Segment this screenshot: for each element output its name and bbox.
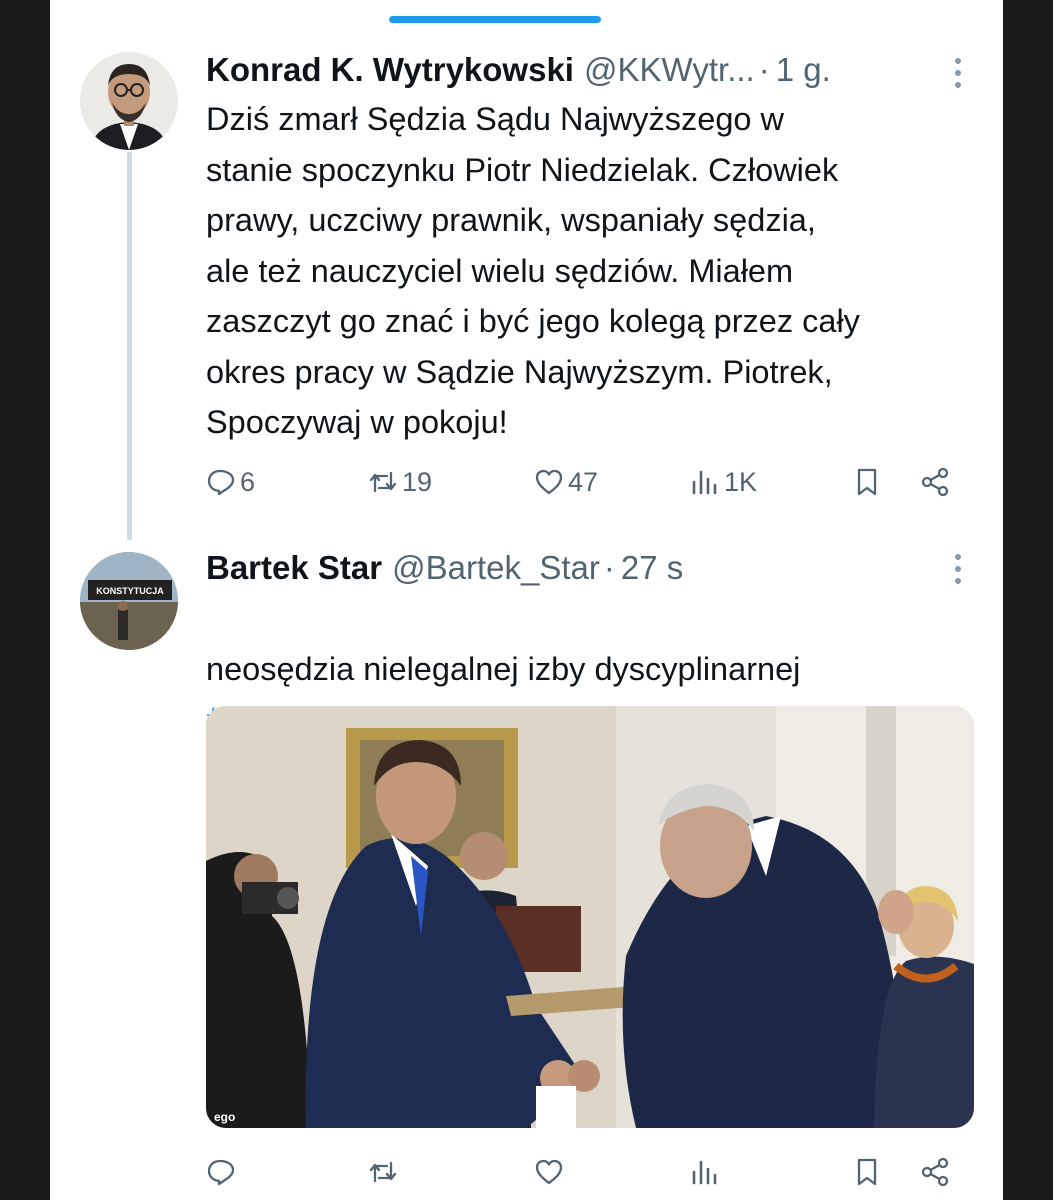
timeline-panel: Konrad K. Wytrykowski @KKWytr... · 1 g. …: [50, 0, 1003, 1200]
svg-text:KONSTYTUCJA: KONSTYTUCJA: [96, 586, 164, 596]
timestamp[interactable]: 1 g.: [776, 50, 831, 90]
tweet-actions: 6 19 47 1K: [206, 460, 966, 504]
like-button[interactable]: [534, 1150, 564, 1194]
views-icon: [692, 1160, 717, 1185]
tweet-header: Konrad K. Wytrykowski @KKWytr... · 1 g.: [206, 50, 831, 90]
like-icon: [535, 469, 563, 495]
author-handle[interactable]: @KKWytr...: [584, 50, 755, 90]
views-button[interactable]: 1K: [690, 460, 757, 504]
share-button[interactable]: [920, 1150, 950, 1194]
reply-icon: [207, 1159, 235, 1186]
tweet-actions: [206, 1150, 966, 1194]
tweet-text: Dziś zmarł Sędzia Sądu Najwyższego w sta…: [206, 101, 860, 440]
tweet-header: Bartek Star @Bartek_Star · 27 s: [206, 548, 683, 588]
author-name[interactable]: Konrad K. Wytrykowski: [206, 50, 574, 90]
left-dark-margin: [0, 0, 50, 1200]
views-icon: [692, 470, 717, 495]
view-count: 1K: [724, 466, 758, 497]
like-button[interactable]: 47: [534, 460, 598, 504]
retweet-icon: [369, 1161, 397, 1183]
share-icon: [921, 1157, 949, 1187]
like-count: 47: [568, 466, 599, 497]
tweet-text-body: neosędzia nielegalnej izby dyscyplinarne…: [206, 650, 801, 687]
retweet-button[interactable]: 19: [368, 460, 432, 504]
right-dark-margin: [1003, 0, 1053, 1200]
tab-indicator: [389, 16, 601, 23]
separator-dot: ·: [603, 549, 615, 586]
reply-icon: [207, 469, 235, 496]
bookmark-button[interactable]: [852, 460, 882, 504]
share-button[interactable]: [920, 460, 950, 504]
timestamp[interactable]: 27 s: [621, 548, 683, 588]
media-watermark: ego: [214, 1110, 236, 1124]
bookmark-icon: [857, 1158, 877, 1186]
avatar[interactable]: KONSTYTUCJA: [80, 552, 178, 650]
like-icon: [535, 1159, 563, 1185]
more-icon[interactable]: [953, 58, 963, 92]
ceremony-photo: [206, 706, 974, 1128]
reply-count: 6: [240, 466, 256, 497]
tweet-media-photo[interactable]: ego: [206, 706, 974, 1128]
bookmark-icon: [857, 468, 877, 496]
author-name[interactable]: Bartek Star: [206, 548, 382, 588]
retweet-icon: [369, 471, 397, 493]
share-icon: [921, 467, 949, 497]
retweet-count: 19: [402, 466, 433, 497]
views-button[interactable]: [690, 1150, 720, 1194]
reply-button[interactable]: 6: [206, 460, 255, 504]
reply-button[interactable]: [206, 1150, 236, 1194]
avatar[interactable]: [80, 52, 178, 150]
retweet-button[interactable]: [368, 1150, 398, 1194]
more-icon[interactable]: [953, 554, 963, 588]
thread-connector-line: [127, 152, 132, 540]
author-handle[interactable]: @Bartek_Star: [392, 548, 600, 588]
separator-dot: ·: [758, 51, 770, 88]
bookmark-button[interactable]: [852, 1150, 882, 1194]
